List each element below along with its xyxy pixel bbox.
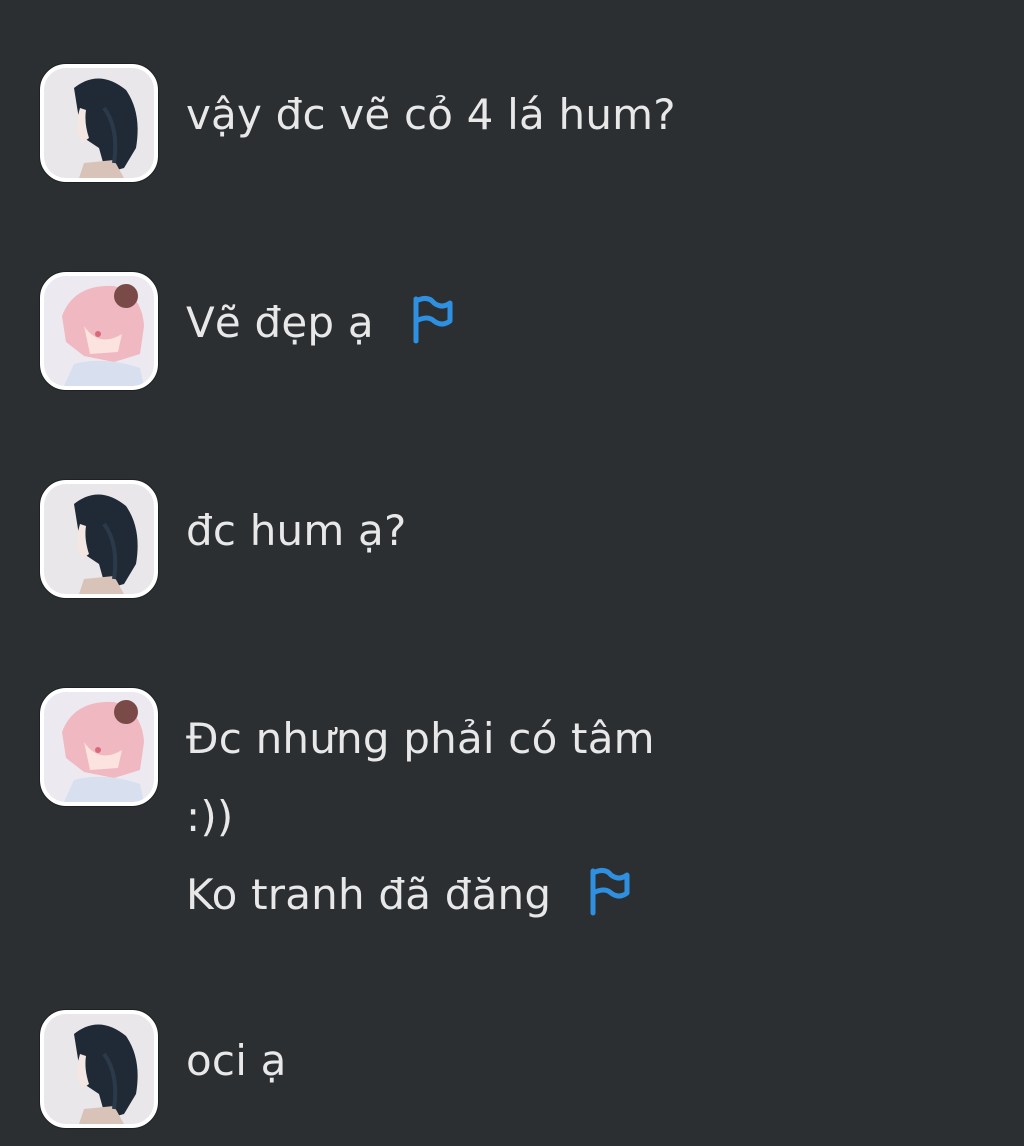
message-text: vậy đc vẽ cỏ 4 lá hum? bbox=[186, 90, 676, 139]
chat-thread: vậy đc vẽ cỏ 4 lá hum? Vẽ đẹp ạ đc hum ạ… bbox=[0, 0, 1024, 1146]
dark-hair-avatar-icon bbox=[44, 484, 154, 594]
dark-hair-avatar-icon bbox=[44, 1014, 154, 1124]
avatar[interactable] bbox=[40, 1010, 158, 1128]
flag-icon[interactable] bbox=[410, 295, 454, 345]
chat-message: đc hum ạ? bbox=[40, 480, 406, 598]
chat-message: vậy đc vẽ cỏ 4 lá hum? bbox=[40, 64, 676, 182]
avatar[interactable] bbox=[40, 64, 158, 182]
message-text: Ko tranh đã đăng bbox=[186, 856, 655, 934]
avatar[interactable] bbox=[40, 272, 158, 390]
message-text: đc hum ạ? bbox=[186, 506, 407, 555]
chat-message: oci ạ bbox=[40, 1010, 287, 1128]
message-text: Vẽ đẹp ạ bbox=[186, 284, 454, 362]
chat-message: Đc nhưng phải có tâm :)) Ko tranh đã đăn… bbox=[40, 688, 655, 934]
message-text: oci ạ bbox=[186, 1036, 287, 1085]
pink-hair-avatar-icon bbox=[44, 276, 154, 386]
avatar[interactable] bbox=[40, 480, 158, 598]
message-text: :)) bbox=[186, 792, 234, 841]
message-text: Đc nhưng phải có tâm bbox=[186, 714, 655, 763]
pink-hair-avatar-icon bbox=[44, 692, 154, 802]
flag-icon[interactable] bbox=[587, 867, 631, 917]
dark-hair-avatar-icon bbox=[44, 68, 154, 178]
chat-message: Vẽ đẹp ạ bbox=[40, 272, 454, 390]
avatar[interactable] bbox=[40, 688, 158, 806]
